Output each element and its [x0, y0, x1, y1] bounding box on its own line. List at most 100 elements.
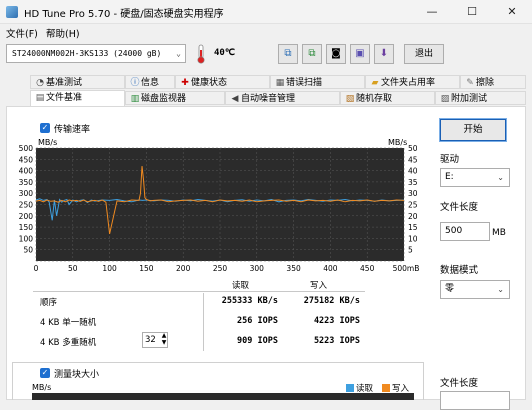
block-size-chart [32, 393, 414, 400]
tab-random-access[interactable]: ▧ 随机存取 [340, 91, 435, 105]
file-length-label: 文件长度 [440, 202, 479, 213]
temperature-readout: 40℃ [214, 48, 235, 58]
tab-error-scan[interactable]: ▦ 错误扫描 [270, 75, 365, 89]
copy-icon[interactable]: ⧉ [278, 44, 298, 64]
result-write-4k-single: 4223 IOPS [313, 316, 360, 326]
results-header-read: 读取 [232, 281, 250, 291]
y-tick-left: 350 [19, 178, 34, 187]
file-length-label-2: 文件长度 [440, 378, 479, 389]
file-icon: ▤ [35, 93, 45, 103]
maximize-button[interactable]: ☐ [452, 0, 492, 24]
queue-depth-spinner[interactable]: ▲ ▼ [160, 332, 168, 348]
result-write-4k-multi: 5223 IOPS [313, 336, 360, 346]
file-length-select-2[interactable] [440, 391, 510, 410]
tab-info[interactable]: ⓘ 信息 [125, 75, 175, 89]
file-length-unit: MB [492, 228, 506, 238]
y-tick-right: 5 [408, 246, 413, 255]
x-tick: 100 [102, 264, 117, 273]
result-write-sequential: 275182 KB/s [303, 296, 360, 306]
tab-aam[interactable]: ◀ 自动噪音管理 [225, 91, 340, 105]
legend-read-swatch [346, 384, 354, 392]
x-tick: 450 [360, 264, 375, 273]
gauge-icon: ◔ [36, 78, 44, 88]
y-tick-right: 10 [408, 234, 418, 243]
block-size-checkbox[interactable]: ✓ [40, 368, 50, 378]
menu-file[interactable]: 文件(F) [6, 26, 38, 40]
tab-erase[interactable]: ✎ 擦除 [460, 75, 526, 89]
chevron-down-icon: ⌄ [176, 49, 181, 58]
result-read-4k-multi: 909 IOPS [237, 336, 278, 346]
spin-down-icon[interactable]: ▼ [160, 339, 168, 346]
file-length-input[interactable]: 500 [440, 222, 490, 241]
results-header-write: 写入 [310, 281, 328, 291]
result-read-sequential: 255333 KB/s [221, 296, 278, 306]
result-label-4k-single: 4 KB 单一随机 [40, 318, 97, 328]
minimize-button[interactable]: — [412, 0, 452, 24]
random-icon: ▧ [345, 94, 355, 104]
window-title: HD Tune Pro 5.70 - 硬盘/固态硬盘实用程序 [24, 9, 224, 20]
copy-all-icon[interactable]: ⧉ [302, 44, 322, 64]
camera-icon[interactable]: ◙ [326, 44, 346, 64]
drive-select-value: ST24000NM002H-3KS133 (24000 gB) [12, 49, 162, 58]
y-tick-right: 15 [408, 223, 418, 232]
x-ticks: 0 50 100 150 200 250 300 350 400 450 500mB [34, 264, 420, 273]
x-tick: 300 [250, 264, 265, 273]
app-icon [6, 6, 18, 18]
exit-button[interactable]: 退出 [404, 44, 444, 64]
spin-up-icon[interactable]: ▲ [160, 332, 168, 339]
y-tick-right: 20 [408, 212, 418, 221]
y-tick-left: 500 [19, 144, 34, 153]
tab-health[interactable]: ✚ 健康状态 [175, 75, 270, 89]
y-tick-right: 25 [408, 201, 418, 210]
info-icon: ⓘ [130, 78, 140, 88]
monitor-icon: ▥ [130, 94, 140, 104]
x-tick: 500mB [393, 264, 420, 273]
result-label-sequential: 顺序 [40, 298, 58, 308]
x-tick: 200 [176, 264, 191, 273]
tab-extra-tests[interactable]: ▨ 附加测试 [435, 91, 526, 105]
y-axis-label-right: MB/s [388, 138, 407, 147]
tab-folder-usage[interactable]: ▰ 文件夹占用率 [365, 75, 460, 89]
tab-file-benchmark[interactable]: ▤ 文件基准 [30, 90, 125, 107]
tab-benchmark[interactable]: ◔ 基准测试 [30, 75, 125, 89]
folder-icon: ▰ [371, 78, 379, 88]
menu-help[interactable]: 帮助(H) [46, 26, 80, 40]
y-tick-left: 300 [19, 189, 34, 198]
x-tick: 50 [68, 264, 78, 273]
drive-label: 驱动 [440, 154, 460, 165]
legend-write-label: 写入 [392, 384, 410, 394]
erase-icon: ✎ [466, 78, 474, 88]
drive-select[interactable]: ST24000NM002H-3KS133 (24000 gB) ⌄ [6, 44, 186, 63]
y-tick-left: 50 [23, 246, 33, 255]
tab-disk-monitor[interactable]: ▥ 磁盘监视器 [125, 91, 225, 105]
drive-letter-select[interactable]: E: ⌄ [440, 168, 510, 187]
extra-icon: ▨ [440, 94, 450, 104]
data-pattern-select[interactable]: 零 ⌄ [440, 280, 510, 299]
legend-write-swatch [382, 384, 390, 392]
y-axis-label-left: MB/s [38, 138, 57, 147]
download-icon[interactable]: ⬇ [374, 44, 394, 64]
close-button[interactable]: ✕ [492, 0, 532, 24]
data-pattern-label: 数据模式 [440, 265, 479, 276]
y-tick-right: 30 [408, 189, 418, 198]
y-tick-left: 400 [19, 167, 34, 176]
scan-icon: ▦ [275, 78, 285, 88]
y-tick-left: 150 [19, 223, 34, 232]
y-tick-right: 40 [408, 167, 418, 176]
chevron-down-icon: ⌄ [497, 285, 504, 294]
result-label-4k-multi: 4 KB 多重随机 [40, 338, 97, 348]
x-tick: 400 [323, 264, 338, 273]
results-col-divider [203, 293, 204, 351]
transfer-rate-chart: MB/s MB/s 50045040035030025020015010050 … [19, 138, 420, 273]
y-tick-left: 200 [19, 212, 34, 221]
save-icon[interactable]: ▣ [350, 44, 370, 64]
x-tick: 250 [213, 264, 228, 273]
x-tick: 150 [139, 264, 154, 273]
speaker-icon: ◀ [231, 94, 239, 104]
transfer-rate-checkbox[interactable]: ✓ [40, 123, 50, 133]
health-cross-icon: ✚ [181, 78, 189, 88]
y-tick-right: 45 [408, 155, 418, 164]
drive-letter-value: E: [445, 172, 454, 182]
result-read-4k-single: 256 IOPS [237, 316, 278, 326]
start-button[interactable]: 开始 [439, 118, 507, 142]
